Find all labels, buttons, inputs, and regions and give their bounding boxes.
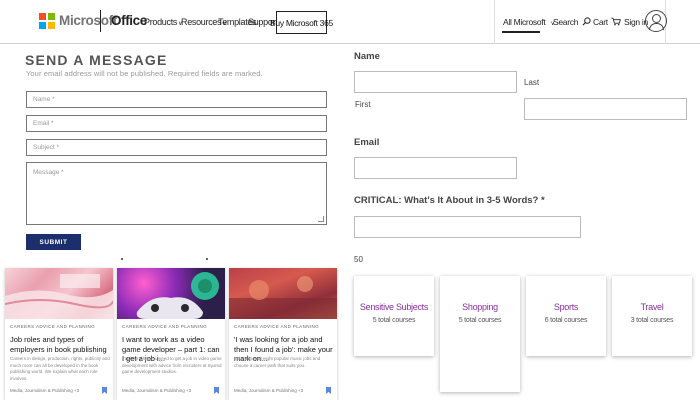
resize-handle-icon[interactable] xyxy=(318,216,324,222)
site-header: Microsoft Office Products∨ Resources∨ Te… xyxy=(0,0,700,44)
search-label: Search xyxy=(553,17,579,27)
message-textarea[interactable]: Message * xyxy=(26,162,327,225)
article-tags[interactable]: Media, Journalism & Publishing +3 xyxy=(234,388,303,393)
first-name-input[interactable] xyxy=(354,71,517,93)
subject-placeholder: Subject * xyxy=(33,144,60,151)
article-category: CAREERS ADVICE AND PLANNING xyxy=(234,324,320,329)
article-excerpt: Take a look at eight popular music jobs … xyxy=(234,356,321,368)
article-image xyxy=(117,268,225,319)
cart-label: Cart xyxy=(593,17,608,27)
topic-title: Travel xyxy=(640,302,664,312)
article-tags[interactable]: Media, Journalism & Publishing +3 xyxy=(10,388,79,393)
topic-title: Shopping xyxy=(462,302,498,312)
critical-label: CRITICAL: What's It About in 3-5 Words? … xyxy=(354,195,545,206)
topic-tile-travel[interactable]: Travel 3 total courses xyxy=(612,276,692,356)
header-divider xyxy=(100,10,101,32)
topic-course-count: 3 total courses xyxy=(630,317,674,324)
email-field[interactable] xyxy=(354,157,517,179)
article-tags[interactable]: Media, Journalism & Publishing +3 xyxy=(122,388,191,393)
form-title: SEND A MESSAGE xyxy=(25,52,168,68)
article-category: CAREERS ADVICE AND PLANNING xyxy=(10,324,96,329)
search-icon xyxy=(582,17,591,26)
topic-tile-sports[interactable]: Sports 6 total courses xyxy=(526,276,606,356)
topic-course-count: 5 total courses xyxy=(458,317,502,324)
book-pages-illustration xyxy=(5,274,113,319)
name-input[interactable]: Name * xyxy=(26,91,327,108)
topic-title: Sports xyxy=(553,302,579,312)
search-button[interactable]: Search xyxy=(553,17,591,27)
last-label: Last xyxy=(524,78,540,87)
article-title[interactable]: Job roles and types of employers in book… xyxy=(10,335,110,354)
user-avatar-icon[interactable] xyxy=(645,10,667,32)
article-excerpt: Careers in design, production, rights, p… xyxy=(10,356,110,381)
bookmark-icon[interactable] xyxy=(214,387,219,394)
article-image xyxy=(229,268,337,319)
form-subtitle: Your email address will not be published… xyxy=(26,69,263,78)
character-counter: 50 xyxy=(354,255,363,264)
music-illustration xyxy=(229,276,337,319)
article-excerpt: Find out what you need to get a job in v… xyxy=(122,356,222,374)
submit-button[interactable]: SUBMIT xyxy=(26,234,81,250)
article-category: CAREERS ADVICE AND PLANNING xyxy=(122,324,208,329)
carousel-dot[interactable] xyxy=(121,258,123,260)
game-controller-illustration xyxy=(136,272,219,319)
microsoft-logo-icon[interactable] xyxy=(39,13,55,29)
bookmark-icon[interactable] xyxy=(102,387,107,394)
product-name[interactable]: Office xyxy=(111,13,147,28)
topic-tile-shopping[interactable]: Shopping 5 total courses xyxy=(440,276,520,392)
email-input[interactable]: Email * xyxy=(26,115,327,132)
nav-products[interactable]: Products∨ xyxy=(144,17,183,27)
all-microsoft-label: All Microsoft xyxy=(503,17,546,27)
first-label: First xyxy=(355,100,371,109)
article-card[interactable]: CAREERS ADVICE AND PLANNING 'I was looki… xyxy=(229,268,337,400)
topic-course-count: 5 total courses xyxy=(372,317,416,324)
name-placeholder: Name * xyxy=(33,96,55,103)
critical-input[interactable] xyxy=(354,216,581,238)
all-microsoft-underline xyxy=(502,31,540,33)
message-placeholder: Message * xyxy=(33,169,64,176)
email-placeholder: Email * xyxy=(33,120,54,127)
nav-resources-label: Resources xyxy=(181,17,222,27)
topic-tile-sensitive-subjects[interactable]: Sensitive Subjects 5 total courses xyxy=(354,276,434,356)
cart-icon xyxy=(611,17,621,26)
last-name-input[interactable] xyxy=(524,98,687,120)
topic-course-count: 6 total courses xyxy=(544,317,588,324)
subject-input[interactable]: Subject * xyxy=(26,139,327,156)
brand-name[interactable]: Microsoft xyxy=(59,13,117,28)
article-card[interactable]: CAREERS ADVICE AND PLANNING I want to wo… xyxy=(117,268,225,400)
buy-microsoft-365-button[interactable]: Buy Microsoft 365 xyxy=(270,11,333,34)
nav-products-label: Products xyxy=(144,17,178,27)
cart-button[interactable]: Cart xyxy=(593,17,621,27)
bookmark-icon[interactable] xyxy=(326,387,331,394)
carousel-dot[interactable] xyxy=(206,258,208,260)
name-label: Name xyxy=(354,51,380,62)
all-microsoft-menu[interactable]: All Microsoft ∨ xyxy=(503,17,555,27)
article-image xyxy=(5,268,113,319)
topic-title: Sensitive Subjects xyxy=(359,302,429,312)
email-label: Email xyxy=(354,137,380,148)
article-card[interactable]: CAREERS ADVICE AND PLANNING Job roles an… xyxy=(5,268,113,400)
